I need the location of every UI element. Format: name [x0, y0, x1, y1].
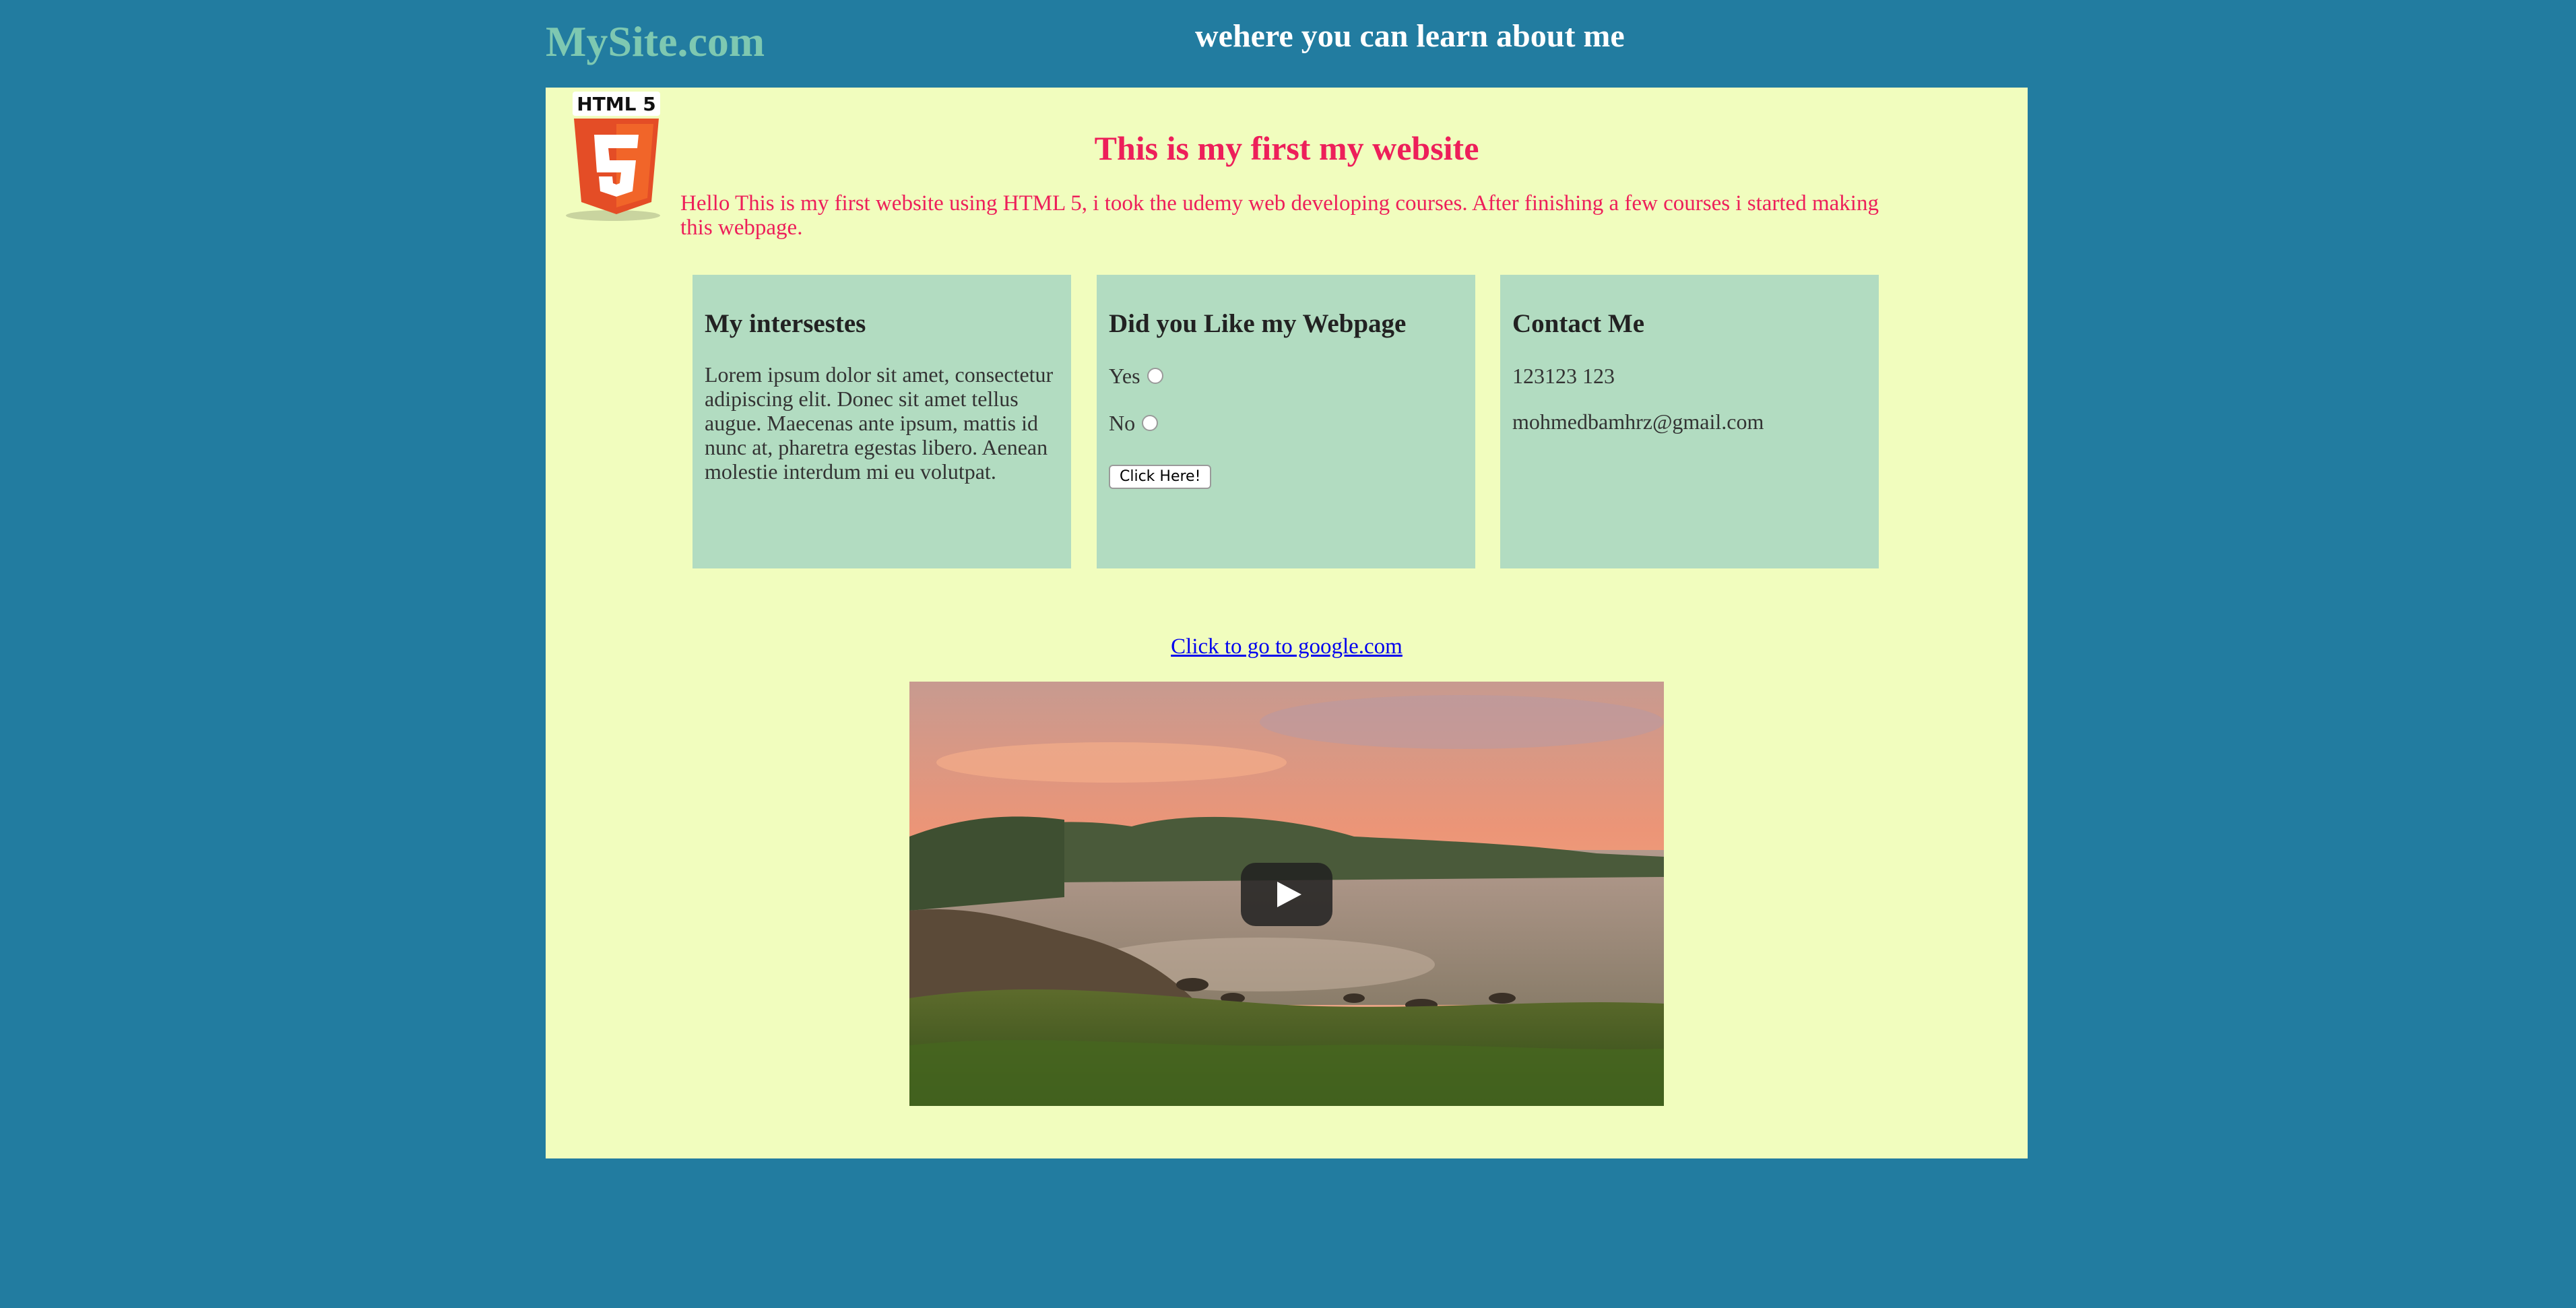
google-link[interactable]: Click to go to google.com	[1171, 634, 1403, 659]
no-radio-option[interactable]: No	[1109, 410, 1159, 436]
interests-card: My intersestes Lorem ipsum dolor sit ame…	[693, 275, 1071, 568]
video-player[interactable]	[909, 682, 1664, 1106]
contact-phone: 123123 123	[1512, 364, 1615, 388]
site-logo: MySite.com	[546, 18, 765, 65]
html5-badge-text: HTML 5	[577, 93, 655, 115]
contact-card: Contact Me 123123 123 mohmedbamhrz@gmail…	[1500, 275, 1879, 568]
feedback-title: Did you Like my Webpage	[1109, 309, 1407, 338]
click-here-button[interactable]: Click Here!	[1109, 465, 1212, 489]
feedback-card: Did you Like my Webpage Yes No Click Her…	[1097, 275, 1475, 568]
page-heading: This is my first my website	[1094, 129, 1479, 167]
contact-title: Contact Me	[1512, 309, 1645, 338]
yes-label: Yes	[1109, 364, 1140, 388]
contact-email: mohmedbamhrz@gmail.com	[1512, 410, 1764, 434]
google-link-container: Click to go to google.com	[546, 633, 2028, 660]
interests-text: Lorem ipsum dolor sit amet, consectetur …	[705, 362, 1054, 484]
no-radio[interactable]	[1142, 415, 1159, 431]
yes-radio[interactable]	[1147, 368, 1163, 384]
site-tagline: wehere you can learn about me	[1195, 18, 1625, 54]
intro-paragraph: Hello This is my first website using HTM…	[680, 191, 1879, 240]
main-content-panel: HTML 5 This is my first my website Hello…	[546, 88, 2028, 1158]
no-label: No	[1109, 411, 1136, 435]
video-play-button[interactable]	[1241, 863, 1332, 926]
yes-radio-option[interactable]: Yes	[1109, 362, 1163, 389]
interests-title: My intersestes	[705, 309, 866, 338]
play-icon	[1277, 882, 1301, 907]
